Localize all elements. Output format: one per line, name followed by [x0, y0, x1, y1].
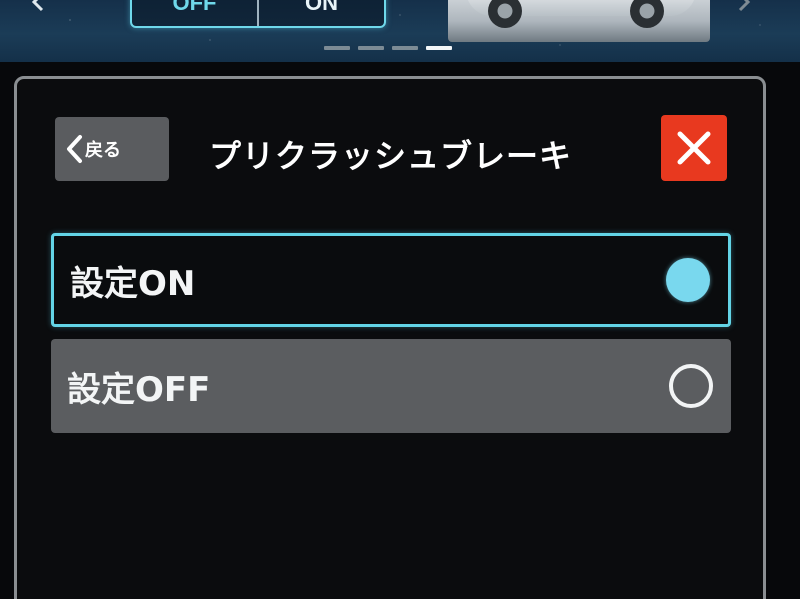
- option-setting-on[interactable]: 設定ON: [51, 233, 731, 327]
- vehicle-image: [448, 0, 710, 42]
- settings-dialog: 戻る プリクラッシュブレーキ 設定ON 設定OFF: [14, 76, 766, 599]
- prev-arrow-icon[interactable]: [28, 0, 48, 12]
- vehicle-wheel-rear: [630, 0, 664, 28]
- page-dot: [392, 46, 418, 50]
- radio-selected-icon: [666, 258, 710, 302]
- option-label: 設定OFF: [67, 369, 211, 410]
- vehicle-wheel-front: [488, 0, 522, 28]
- back-button-label: 戻る: [85, 140, 121, 161]
- dialog-title: プリクラッシュブレーキ: [209, 137, 573, 175]
- back-button[interactable]: 戻る: [55, 117, 169, 181]
- option-setting-off[interactable]: 設定OFF: [51, 339, 731, 433]
- page-indicator: [324, 46, 452, 50]
- radio-unselected-icon: [669, 364, 713, 408]
- screen: OFF ON 戻る プリクラッシュブレーキ 設定ON 設定OFF: [0, 0, 800, 599]
- option-label: 設定ON: [70, 263, 196, 304]
- toggle-off-option[interactable]: OFF: [132, 0, 259, 26]
- onoff-segmented-toggle: OFF ON: [130, 0, 386, 28]
- close-button[interactable]: [661, 115, 727, 181]
- chevron-left-icon: [67, 135, 82, 163]
- header-strip: OFF ON: [0, 0, 800, 62]
- toggle-on-option[interactable]: ON: [259, 0, 384, 26]
- page-dot: [324, 46, 350, 50]
- page-dot: [358, 46, 384, 50]
- page-dot-active: [426, 46, 452, 50]
- next-arrow-icon[interactable]: [734, 0, 754, 12]
- close-icon: [677, 131, 711, 165]
